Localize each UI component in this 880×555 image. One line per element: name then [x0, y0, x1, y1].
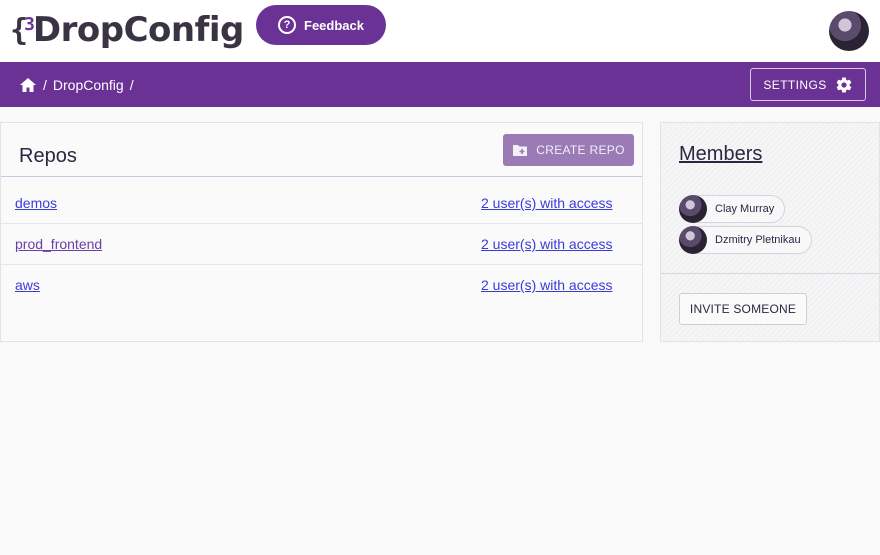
create-repo-button[interactable]: CREATE REPO: [503, 134, 634, 166]
repos-title: Repos: [19, 145, 77, 167]
question-circle-icon: ?: [278, 16, 296, 34]
top-header: {3 DropConfig ? Feedback: [0, 0, 880, 62]
feedback-label: Feedback: [304, 17, 364, 33]
members-title[interactable]: Members: [679, 143, 762, 166]
repo-access-link[interactable]: 2 user(s) with access: [481, 277, 612, 293]
repo-access-link[interactable]: 2 user(s) with access: [481, 236, 612, 252]
home-icon[interactable]: [19, 77, 37, 93]
gear-icon: [835, 76, 853, 94]
user-avatar[interactable]: [829, 11, 869, 51]
table-row: prod_frontend 2 user(s) with access: [1, 224, 642, 265]
breadcrumb: / DropConfig /: [19, 62, 134, 107]
repos-panel: Repos CREATE REPO demos 2 user(s) with a…: [0, 122, 643, 342]
avatar: [679, 226, 707, 254]
avatar: [679, 195, 707, 223]
member-chip[interactable]: Clay Murray: [679, 195, 786, 223]
repo-link-demos[interactable]: demos: [15, 195, 57, 211]
member-name: Clay Murray: [715, 203, 775, 215]
invite-someone-button[interactable]: INVITE SOMEONE: [679, 293, 807, 325]
logo-text: DropConfig: [32, 10, 245, 50]
members-panel: Members Clay Murray Dzmitry Pletnikau IN…: [660, 122, 880, 342]
table-row: aws 2 user(s) with access: [1, 265, 642, 306]
table-row: demos 2 user(s) with access: [1, 183, 642, 224]
create-repo-label: CREATE REPO: [536, 143, 625, 157]
settings-label: SETTINGS: [763, 77, 827, 92]
members-divider: [661, 273, 879, 274]
repo-link-aws[interactable]: aws: [15, 277, 40, 293]
repo-access-link[interactable]: 2 user(s) with access: [481, 195, 612, 211]
member-name: Dzmitry Pletnikau: [715, 234, 801, 246]
dropconfig-logo[interactable]: {3 DropConfig: [10, 8, 244, 52]
repos-header-divider: [1, 176, 642, 177]
breadcrumb-item-dropconfig[interactable]: DropConfig: [53, 77, 124, 93]
repo-link-prod-frontend[interactable]: prod_frontend: [15, 236, 102, 252]
logo-mark: {3: [10, 12, 35, 48]
breadcrumb-separator: /: [129, 76, 134, 93]
breadcrumb-separator: /: [43, 76, 47, 93]
settings-button[interactable]: SETTINGS: [750, 68, 866, 101]
member-chip[interactable]: Dzmitry Pletnikau: [679, 226, 812, 254]
folder-plus-icon: [512, 143, 528, 157]
feedback-button[interactable]: ? Feedback: [256, 5, 386, 45]
nav-bar: / DropConfig /: [0, 62, 880, 107]
